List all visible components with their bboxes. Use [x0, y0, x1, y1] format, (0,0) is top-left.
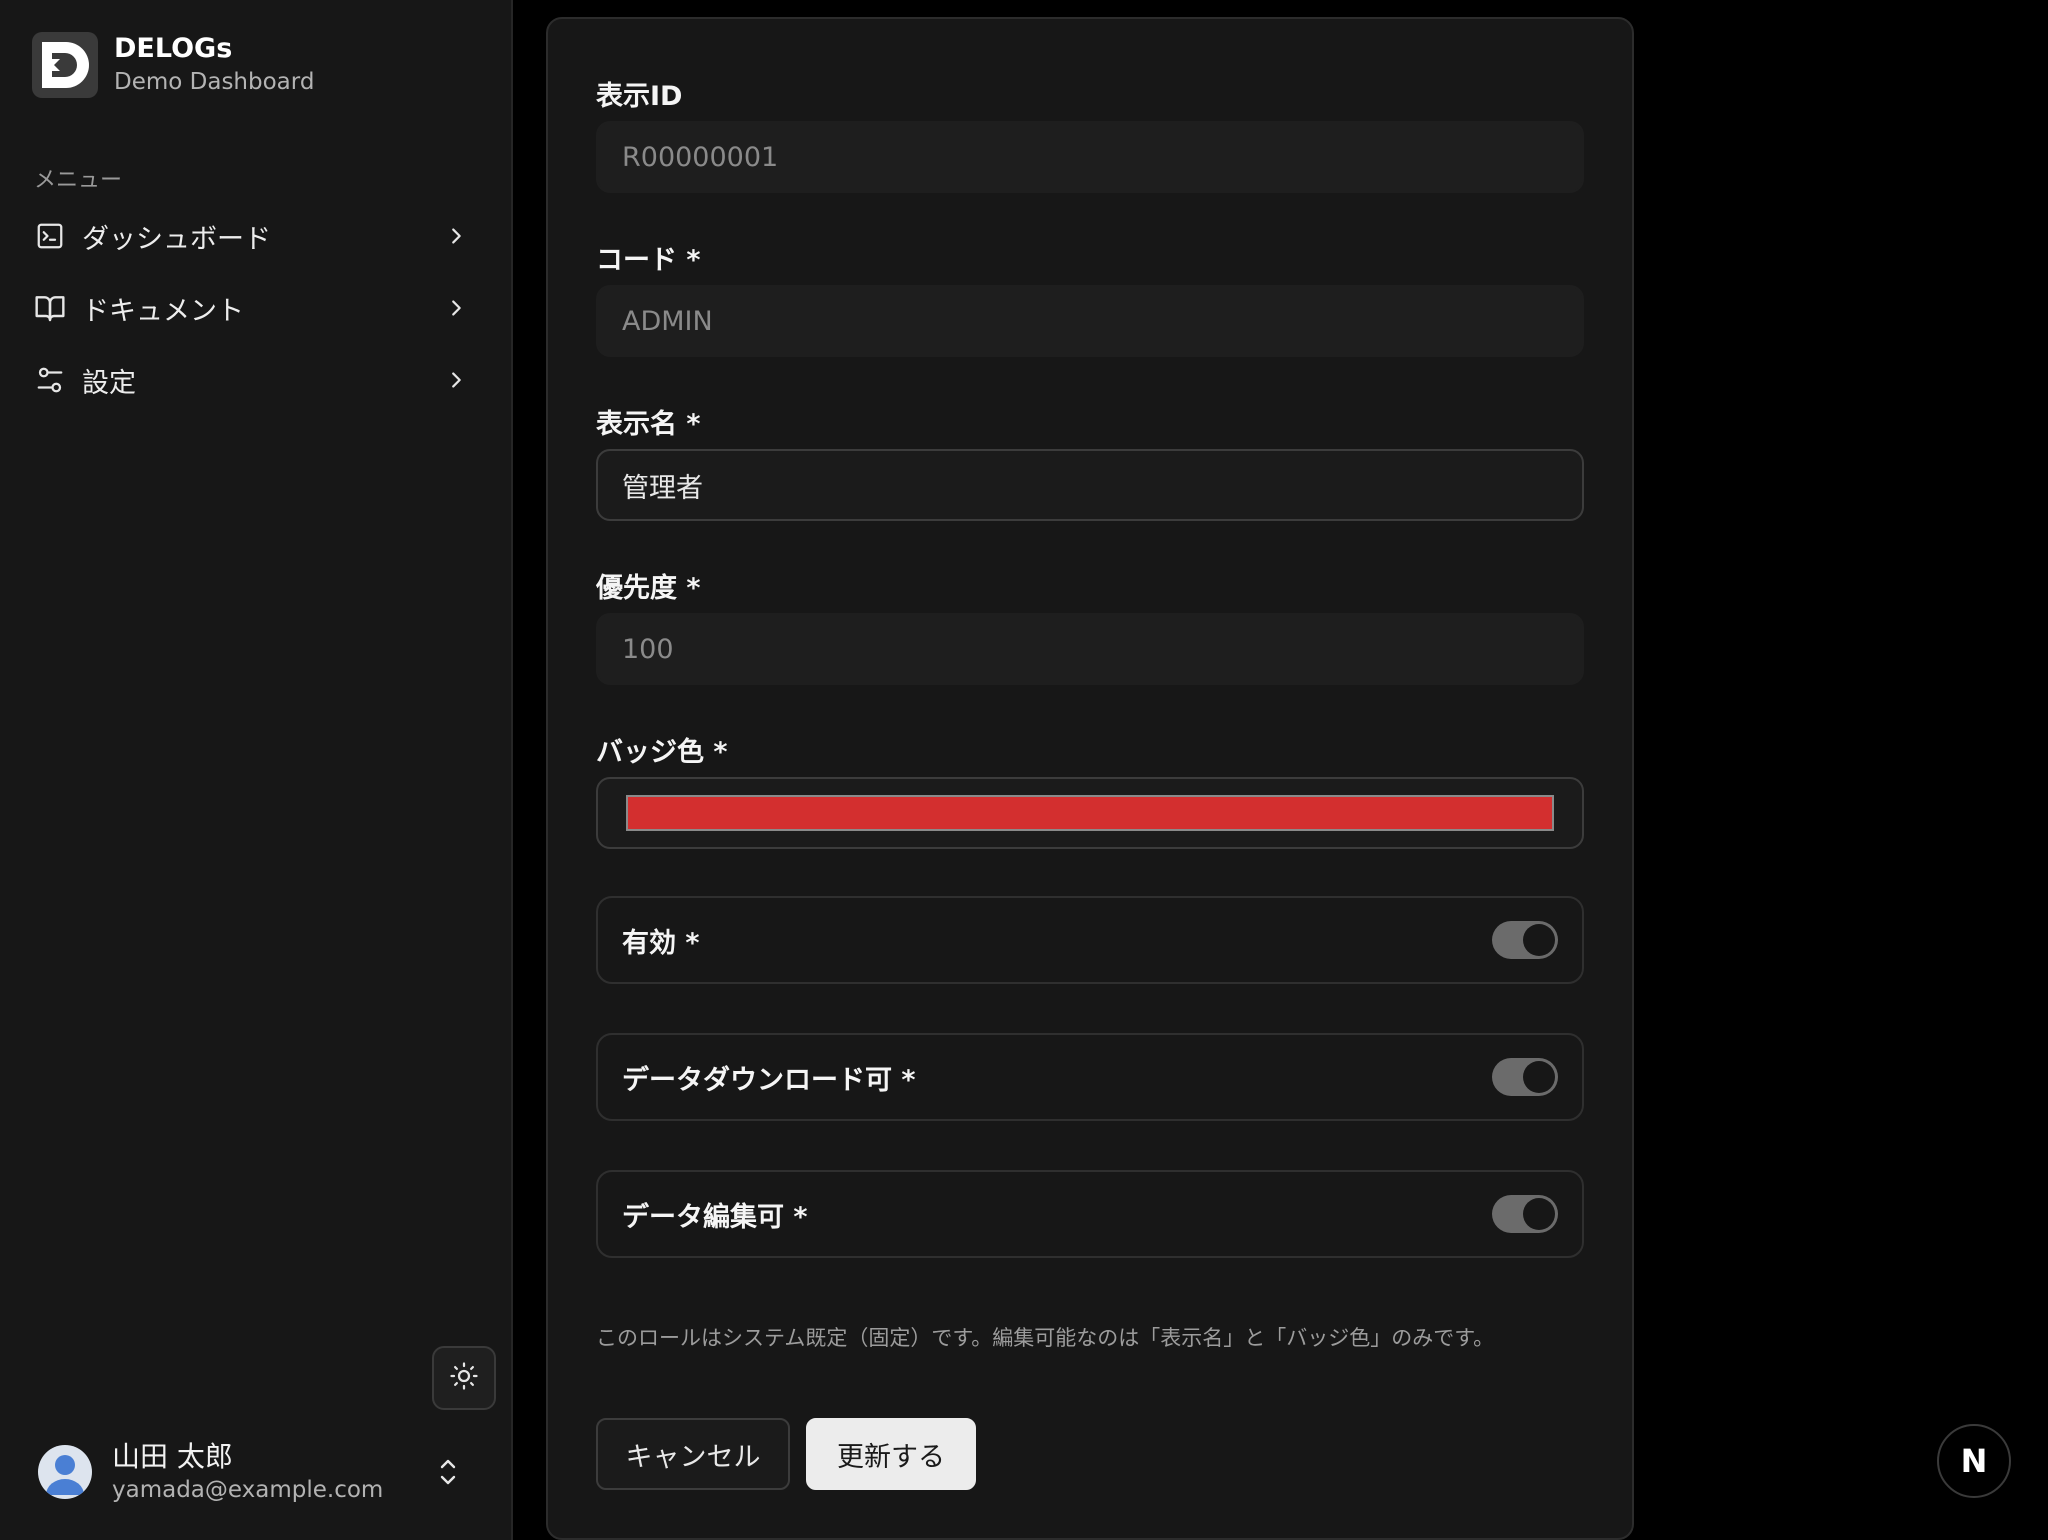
code-label: コード * — [596, 245, 701, 276]
system-role-note: このロールはシステム既定（固定）です。編集可能なのは「表示名」と「バッジ色」のみ… — [596, 1326, 1495, 1350]
enabled-label: 有効 * — [622, 927, 700, 959]
avatar — [38, 1445, 92, 1499]
nextjs-n-icon: N — [1960, 1442, 1988, 1480]
display-id-field: R00000001 — [596, 121, 1584, 193]
edit-label: データ編集可 * — [622, 1201, 808, 1233]
edit-switch[interactable] — [1492, 1195, 1558, 1233]
chevrons-up-down-icon — [432, 1452, 464, 1492]
display-name-input[interactable]: 管理者 — [596, 449, 1584, 521]
enabled-switch[interactable] — [1492, 921, 1558, 959]
chevron-right-icon — [442, 222, 470, 250]
switch-knob — [1523, 924, 1555, 956]
download-label: データダウンロード可 * — [622, 1064, 916, 1096]
toggle-row-edit: データ編集可 * — [596, 1170, 1584, 1258]
switch-knob — [1523, 1198, 1555, 1230]
sidebar-item-settings[interactable]: 設定 — [24, 349, 484, 411]
badge-color-label: バッジ色 * — [596, 737, 728, 768]
switch-knob — [1523, 1061, 1555, 1093]
sidebar-item-label: ダッシュボード — [82, 223, 271, 255]
priority-label: 優先度 * — [596, 573, 701, 604]
sun-icon — [449, 1361, 479, 1395]
app-root: DELOGs Demo Dashboard メニュー ダッシュボード ドキュメン… — [0, 0, 2048, 1540]
sidebar-item-label: ドキュメント — [82, 295, 244, 327]
chevron-right-icon — [442, 366, 470, 394]
badge-color-swatch — [626, 795, 1554, 831]
brand[interactable]: DELOGs Demo Dashboard — [32, 32, 314, 98]
chevron-right-icon — [442, 294, 470, 322]
role-edit-card: 表示ID R00000001 コード * ADMIN 表示名 * 管理者 優先度… — [546, 17, 1634, 1540]
theme-toggle-button[interactable] — [432, 1346, 496, 1410]
code-field: ADMIN — [596, 285, 1584, 357]
brand-subtitle: Demo Dashboard — [114, 69, 315, 95]
toggle-row-download: データダウンロード可 * — [596, 1033, 1584, 1121]
nextjs-dev-badge[interactable]: N — [1937, 1424, 2011, 1498]
brand-name: DELOGs — [114, 33, 233, 64]
sidebar-nav: ダッシュボード ドキュメント 設定 — [24, 205, 484, 421]
update-button[interactable]: 更新する — [806, 1418, 976, 1490]
cancel-button[interactable]: キャンセル — [596, 1418, 790, 1490]
settings-sliders-icon — [34, 364, 66, 396]
user-name: 山田 太郎 — [112, 1440, 233, 1473]
download-switch[interactable] — [1492, 1058, 1558, 1096]
sidebar: DELOGs Demo Dashboard メニュー ダッシュボード ドキュメン… — [0, 0, 513, 1540]
menu-section-label: メニュー — [34, 168, 123, 193]
sidebar-item-documents[interactable]: ドキュメント — [24, 277, 484, 339]
sidebar-item-dashboard[interactable]: ダッシュボード — [24, 205, 484, 267]
display-name-label: 表示名 * — [596, 409, 701, 440]
priority-field: 100 — [596, 613, 1584, 685]
brand-logo-icon — [32, 32, 98, 98]
user-email: yamada@example.com — [112, 1477, 384, 1503]
display-id-label: 表示ID — [596, 81, 683, 112]
terminal-square-icon — [34, 220, 66, 252]
user-menu[interactable]: 山田 太郎 yamada@example.com — [38, 1436, 488, 1508]
book-open-icon — [34, 292, 66, 324]
sidebar-item-label: 設定 — [82, 367, 136, 399]
badge-color-input[interactable] — [596, 777, 1584, 849]
toggle-row-enabled: 有効 * — [596, 896, 1584, 984]
